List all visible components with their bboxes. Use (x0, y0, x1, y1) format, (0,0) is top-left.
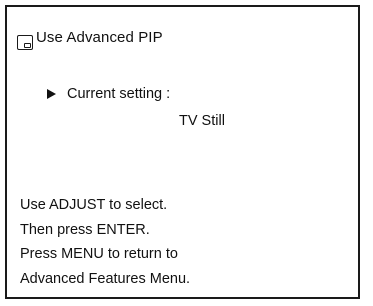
current-setting-label: Current setting : (67, 86, 171, 102)
instructions-list: Use ADJUST to select. Then press ENTER. … (20, 196, 190, 294)
current-setting-value[interactable]: TV Still (179, 112, 225, 130)
instruction-line: Press MENU to return to (20, 246, 178, 262)
pip-window-icon (17, 35, 33, 50)
instruction-line: Advanced Features Menu. (20, 270, 191, 287)
play-arrow-icon (47, 89, 56, 99)
instruction-line: Use ADJUST to select. (20, 197, 168, 213)
pip-inset-icon (24, 43, 31, 48)
menu-screen: Use Advanced PIP Current setting : TV St… (5, 5, 360, 299)
current-setting-row: Current setting : (47, 85, 170, 103)
menu-title: Use Advanced PIP (36, 28, 163, 46)
instruction-line: Then press ENTER. (20, 221, 150, 238)
menu-header: Use Advanced PIP (17, 25, 163, 50)
